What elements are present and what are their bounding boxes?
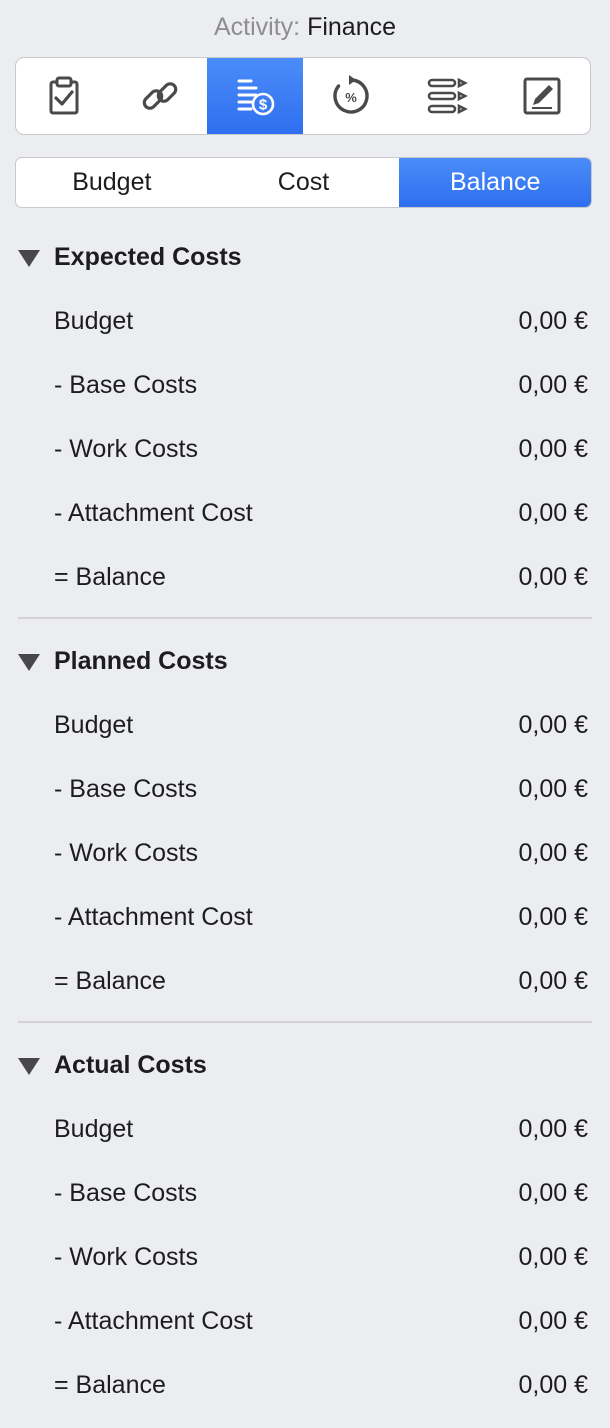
row-value: 0,00 €: [518, 434, 588, 463]
row-value: 0,00 €: [518, 370, 588, 399]
inspector-header: Activity: Finance: [0, 10, 610, 44]
tab-budget[interactable]: Budget: [16, 158, 208, 207]
finance-segmented-control: Budget Cost Balance: [15, 157, 592, 208]
cost-row: - Attachment Cost 0,00 €: [54, 1301, 588, 1341]
section-expected-costs[interactable]: Expected Costs: [18, 237, 242, 277]
cost-row: - Attachment Cost 0,00 €: [54, 897, 588, 937]
row-value: 0,00 €: [518, 966, 588, 995]
row-label: - Work Costs: [54, 434, 198, 463]
toolbar-tab-task[interactable]: [16, 58, 112, 134]
cost-row: = Balance 0,00 €: [54, 961, 588, 1001]
cost-row: - Base Costs 0,00 €: [54, 1173, 588, 1213]
section-divider: [18, 1021, 592, 1023]
row-label: = Balance: [54, 966, 166, 995]
cost-row: - Work Costs 0,00 €: [54, 833, 588, 873]
row-value: 0,00 €: [518, 1242, 588, 1271]
row-label: Budget: [54, 710, 134, 739]
section-title: Expected Costs: [54, 242, 242, 271]
cost-row: = Balance 0,00 €: [54, 1365, 588, 1405]
disclosure-triangle-icon[interactable]: [18, 653, 40, 671]
section-actual-costs[interactable]: Actual Costs: [18, 1045, 207, 1085]
svg-text:%: %: [345, 90, 357, 105]
cost-row: - Base Costs 0,00 €: [54, 365, 588, 405]
disclosure-triangle-icon[interactable]: [18, 249, 40, 267]
row-label: - Base Costs: [54, 370, 198, 399]
row-label: Budget: [54, 1114, 134, 1143]
row-label: - Work Costs: [54, 838, 198, 867]
svg-text:$: $: [259, 97, 268, 114]
row-label: - Base Costs: [54, 774, 198, 803]
tab-cost[interactable]: Cost: [208, 158, 400, 207]
cost-row: - Work Costs 0,00 €: [54, 1237, 588, 1277]
cost-row: - Work Costs 0,00 €: [54, 429, 588, 469]
toolbar-tab-outline[interactable]: [399, 58, 495, 134]
row-label: Budget: [54, 306, 134, 335]
link-icon: [142, 82, 177, 110]
percent-progress-icon: %: [333, 75, 369, 114]
cost-row: - Attachment Cost 0,00 €: [54, 493, 588, 533]
row-value: 0,00 €: [518, 1370, 588, 1399]
toolbar-tab-finance[interactable]: $: [207, 58, 304, 134]
cost-row: Budget 0,00 €: [54, 705, 588, 745]
tab-balance[interactable]: Balance: [399, 158, 591, 207]
toolbar-tab-notes[interactable]: [494, 58, 590, 134]
row-label: = Balance: [54, 1370, 166, 1399]
cost-row: Budget 0,00 €: [54, 1109, 588, 1149]
row-label: - Work Costs: [54, 1242, 198, 1271]
header-title: Finance: [307, 13, 397, 41]
row-value: 0,00 €: [518, 306, 588, 335]
row-label: = Balance: [54, 562, 166, 591]
row-value: 0,00 €: [518, 1306, 588, 1335]
inspector-toolbar: $ %: [15, 57, 591, 135]
header-prefix: Activity:: [213, 13, 301, 41]
section-divider: [18, 617, 592, 619]
cost-row: Budget 0,00 €: [54, 301, 588, 341]
row-label: - Base Costs: [54, 1178, 198, 1207]
row-value: 0,00 €: [518, 774, 588, 803]
outline-list-icon: [427, 77, 468, 115]
row-value: 0,00 €: [518, 902, 588, 931]
row-label: - Attachment Cost: [54, 1306, 253, 1335]
row-value: 0,00 €: [518, 838, 588, 867]
section-title: Planned Costs: [54, 646, 228, 675]
row-value: 0,00 €: [518, 562, 588, 591]
cost-row: = Balance 0,00 €: [54, 557, 588, 597]
finance-list-dollar-icon: $: [237, 79, 275, 116]
disclosure-triangle-icon[interactable]: [18, 1057, 40, 1075]
section-planned-costs[interactable]: Planned Costs: [18, 641, 228, 681]
section-title: Actual Costs: [54, 1050, 207, 1079]
clipboard-check-icon: [49, 76, 79, 115]
row-value: 0,00 €: [518, 1178, 588, 1207]
row-label: - Attachment Cost: [54, 902, 253, 931]
row-value: 0,00 €: [518, 1114, 588, 1143]
toolbar-tab-progress[interactable]: %: [303, 58, 399, 134]
row-value: 0,00 €: [518, 710, 588, 739]
edit-note-icon: [523, 77, 561, 115]
row-value: 0,00 €: [518, 498, 588, 527]
cost-row: - Base Costs 0,00 €: [54, 769, 588, 809]
row-label: - Attachment Cost: [54, 498, 253, 527]
toolbar-tab-links[interactable]: [112, 58, 208, 134]
